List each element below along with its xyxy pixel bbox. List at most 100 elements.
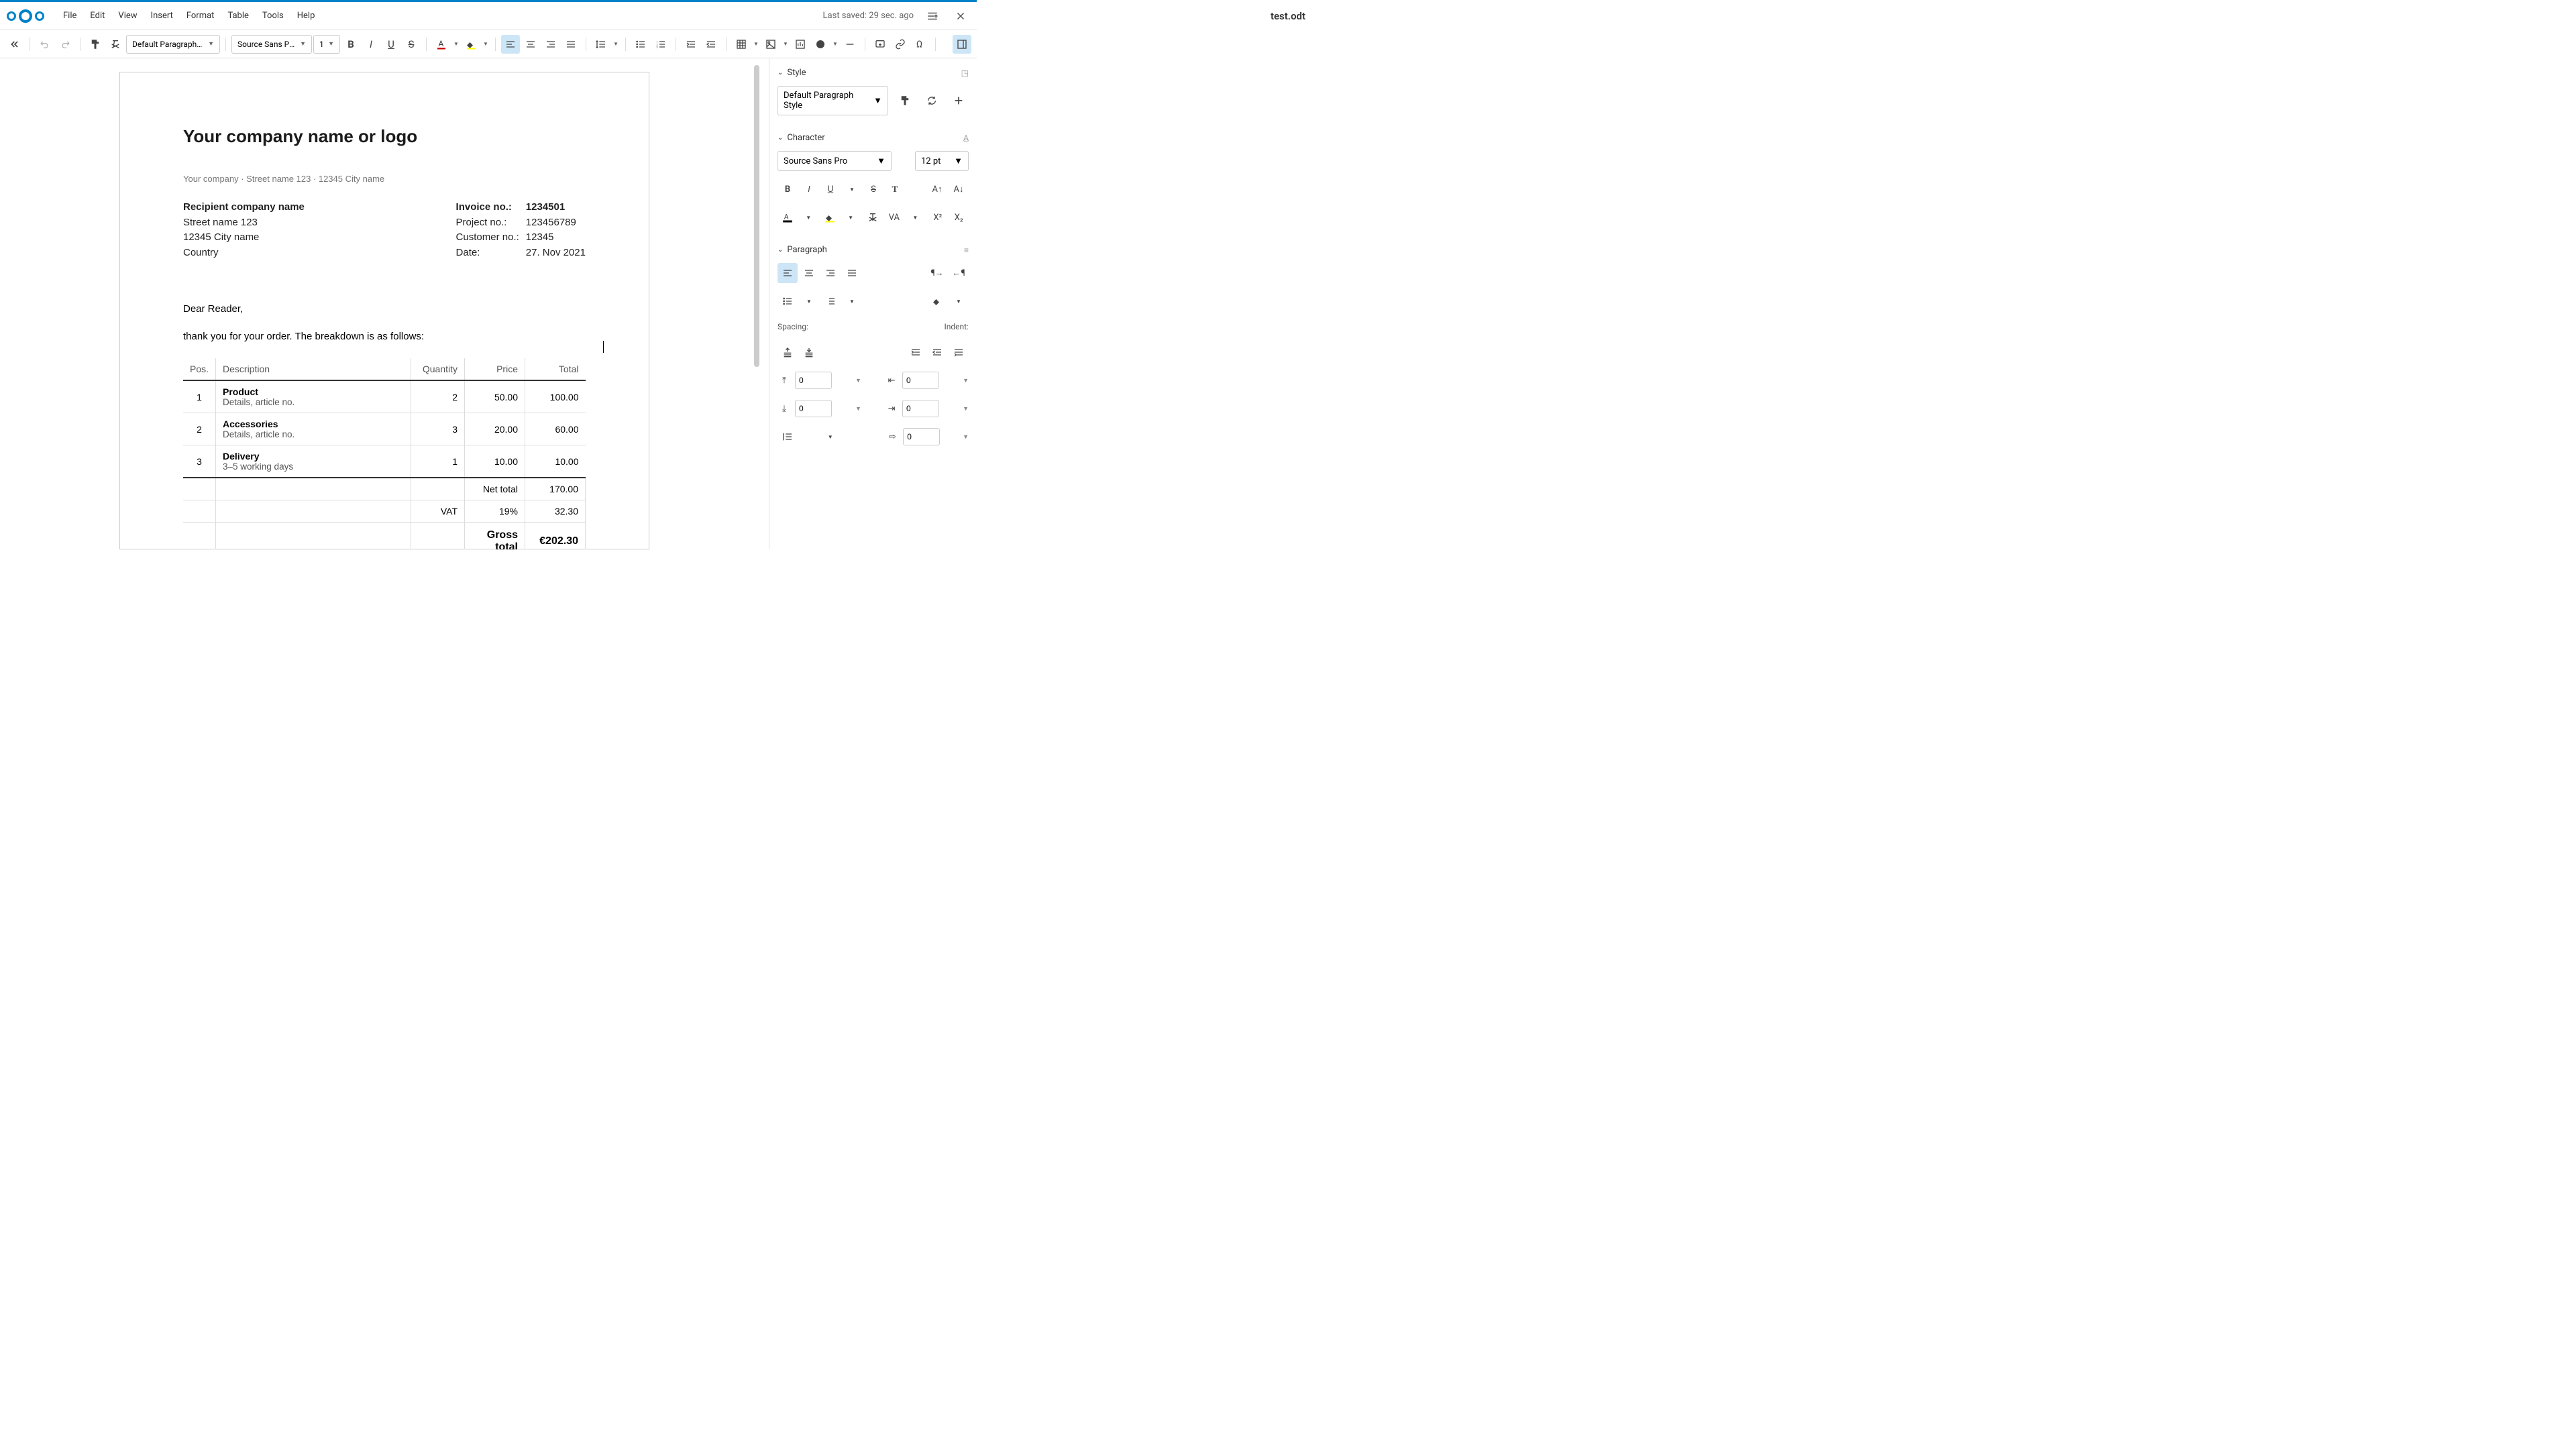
space-below-input[interactable]: [795, 400, 832, 417]
align-center-button[interactable]: [521, 35, 540, 54]
insert-shape-dropdown[interactable]: ▼: [831, 35, 839, 54]
hanging-indent-icon[interactable]: [949, 342, 969, 362]
menu-tools[interactable]: Tools: [256, 5, 290, 26]
insert-chart-button[interactable]: [791, 35, 810, 54]
character-section-header[interactable]: ⌄ Character A̲: [777, 129, 969, 147]
underline-dropdown[interactable]: ▼: [842, 179, 862, 199]
char-spacing-dropdown[interactable]: ▼: [906, 207, 925, 227]
indent-after-input[interactable]: [902, 400, 939, 417]
insert-shape-button[interactable]: [811, 35, 830, 54]
line-spacing-button[interactable]: [592, 35, 610, 54]
style-panel-launch-icon[interactable]: ◳: [961, 68, 969, 78]
bullet-list-button[interactable]: [777, 291, 798, 311]
increase-space-above-icon[interactable]: [777, 342, 798, 362]
redo-button[interactable]: [56, 35, 74, 54]
align-right-button[interactable]: [820, 263, 841, 283]
menu-file[interactable]: File: [56, 5, 83, 26]
menu-table[interactable]: Table: [221, 5, 255, 26]
clear-formatting-icon[interactable]: [106, 35, 125, 54]
font-color-dropdown[interactable]: ▼: [452, 35, 460, 54]
line-spacing-dropdown[interactable]: ▼: [820, 427, 841, 447]
undo-button[interactable]: [36, 35, 54, 54]
increase-indent-icon[interactable]: [906, 342, 926, 362]
font-color-dropdown[interactable]: ▼: [798, 207, 818, 227]
number-list-dropdown[interactable]: ▼: [842, 291, 862, 311]
decrease-space-above-icon[interactable]: [799, 342, 819, 362]
bold-button[interactable]: B: [777, 179, 798, 199]
number-list-button[interactable]: 123: [651, 35, 670, 54]
style-section-header[interactable]: ⌄ Style ◳: [777, 64, 969, 82]
paragraph-section-header[interactable]: ⌄ Paragraph ≡: [777, 241, 969, 259]
insert-hyperlink-button[interactable]: [891, 35, 910, 54]
indent-before-input[interactable]: [902, 372, 939, 389]
paragraph-style-dropdown[interactable]: Default Paragraph Style ▼: [777, 86, 888, 115]
menu-view[interactable]: View: [111, 5, 144, 26]
increase-font-size-icon[interactable]: A↑: [927, 179, 947, 199]
invoice-table[interactable]: Pos. Description Quantity Price Total 1 …: [183, 358, 586, 549]
clone-style-icon[interactable]: [895, 91, 915, 111]
decrease-indent-button[interactable]: [702, 35, 720, 54]
paragraph-bgcolor-button[interactable]: [927, 291, 947, 311]
clone-formatting-icon[interactable]: [86, 35, 105, 54]
font-size-dropdown[interactable]: 12 ▼: [313, 35, 340, 54]
underline-button[interactable]: U: [820, 179, 841, 199]
bullet-list-button[interactable]: [631, 35, 650, 54]
subscript-button[interactable]: X₂: [949, 207, 969, 227]
align-left-button[interactable]: [777, 263, 798, 283]
clear-char-formatting-icon[interactable]: [863, 207, 883, 227]
insert-comment-button[interactable]: [871, 35, 890, 54]
number-list-button[interactable]: [820, 291, 841, 311]
font-color-button[interactable]: A: [432, 35, 451, 54]
superscript-button[interactable]: X²: [928, 207, 947, 227]
paragraph-bgcolor-dropdown[interactable]: ▼: [949, 291, 969, 311]
char-spacing-button[interactable]: VA: [884, 207, 904, 227]
character-panel-launch-icon[interactable]: A̲: [963, 133, 969, 143]
highlight-color-dropdown[interactable]: ▼: [482, 35, 490, 54]
paragraph-style-dropdown[interactable]: Default Paragraph ... ▼: [126, 35, 220, 54]
underline-button[interactable]: U: [382, 35, 400, 54]
sidebar-toggle-button[interactable]: [953, 35, 971, 54]
bullet-list-dropdown[interactable]: ▼: [799, 291, 819, 311]
align-right-button[interactable]: [541, 35, 560, 54]
collapse-toolbar-icon[interactable]: [5, 35, 24, 54]
document-page[interactable]: Your company name or logo Your company ·…: [119, 72, 649, 549]
update-style-icon[interactable]: [922, 91, 942, 111]
insert-special-char-button[interactable]: Ω: [911, 35, 930, 54]
menu-format[interactable]: Format: [180, 5, 221, 26]
space-above-input[interactable]: [795, 372, 832, 389]
italic-button[interactable]: I: [799, 179, 819, 199]
paragraph-panel-launch-icon[interactable]: ≡: [964, 246, 969, 255]
insert-image-dropdown[interactable]: ▼: [782, 35, 790, 54]
decrease-indent-icon[interactable]: [927, 342, 947, 362]
document-container[interactable]: Your company name or logo Your company ·…: [0, 58, 769, 549]
align-justify-button[interactable]: [842, 263, 862, 283]
menu-help[interactable]: Help: [290, 5, 322, 26]
insert-table-button[interactable]: [732, 35, 751, 54]
zoom-settings-icon[interactable]: [923, 7, 942, 25]
new-style-icon[interactable]: [949, 91, 969, 111]
strikethrough-button[interactable]: S: [402, 35, 421, 54]
highlight-color-button[interactable]: [820, 207, 839, 227]
increase-indent-button[interactable]: [682, 35, 700, 54]
bold-button[interactable]: B: [341, 35, 360, 54]
line-spacing-button[interactable]: [777, 427, 798, 447]
font-name-dropdown[interactable]: Source Sans Pro ▼: [231, 35, 312, 54]
highlight-color-button[interactable]: [462, 35, 480, 54]
italic-button[interactable]: I: [362, 35, 380, 54]
font-name-dropdown[interactable]: Source Sans Pro ▼: [777, 151, 892, 171]
text-direction-rtl-button[interactable]: ←¶: [949, 263, 969, 283]
align-left-button[interactable]: [501, 35, 520, 54]
align-center-button[interactable]: [799, 263, 819, 283]
insert-table-dropdown[interactable]: ▼: [752, 35, 760, 54]
insert-line-button[interactable]: [841, 35, 859, 54]
line-spacing-dropdown[interactable]: ▼: [612, 35, 620, 54]
insert-image-button[interactable]: [761, 35, 780, 54]
strikethrough-button[interactable]: S: [863, 179, 883, 199]
scrollbar-thumb[interactable]: [754, 65, 759, 367]
text-direction-ltr-button[interactable]: ¶→: [927, 263, 947, 283]
menu-edit[interactable]: Edit: [83, 5, 111, 26]
decrease-font-size-icon[interactable]: A↓: [949, 179, 969, 199]
first-line-indent-input[interactable]: [903, 428, 940, 445]
scrollbar[interactable]: [754, 65, 759, 543]
align-justify-button[interactable]: [561, 35, 580, 54]
